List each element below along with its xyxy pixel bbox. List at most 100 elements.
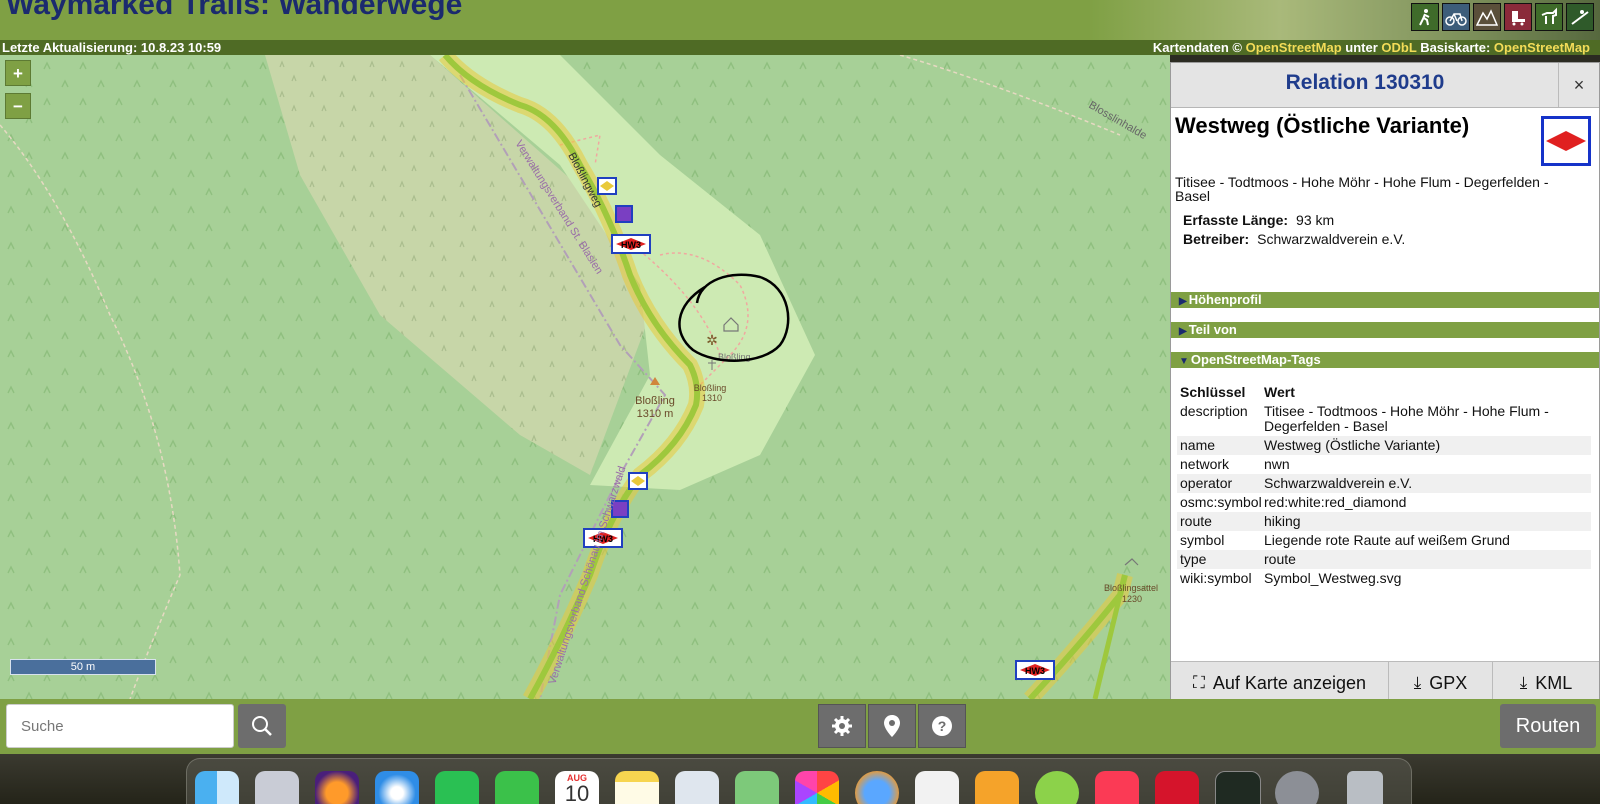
download-icon: ⤓ [1519, 673, 1528, 692]
help-button[interactable]: ? [918, 704, 966, 748]
relation-panel: Relation 130310 × Westweg (Östliche Vari… [1170, 62, 1600, 706]
column-header-key: Schlüssel [1180, 384, 1246, 400]
avira-icon[interactable] [1155, 771, 1199, 804]
route-marker[interactable] [628, 472, 648, 490]
calendar-icon[interactable]: AUG 10 [555, 771, 599, 804]
base-map-link[interactable]: OpenStreetMap [1494, 40, 1590, 55]
info-bar: Letzte Aktualisierung: 10.8.23 10:59 Kar… [0, 40, 1600, 55]
table-header: Schlüssel Wert [1177, 383, 1591, 402]
operator-row: Betreiber: Schwarzwaldverein e.V. [1183, 231, 1405, 247]
chameleon-icon[interactable] [1035, 771, 1079, 804]
maps-icon[interactable] [735, 771, 779, 804]
app-window: Waymarked Trails: Wanderwege Letzte Aktu… [0, 0, 1600, 804]
map-canvas[interactable]: HW3 HW3 HW3 Bloßlingweg Verwaltungsverba… [0, 55, 1170, 699]
whatsapp-icon[interactable] [435, 771, 479, 804]
firefox-icon[interactable] [315, 771, 359, 804]
length-value: 93 km [1296, 212, 1335, 228]
scale-bar: 50 m [10, 659, 156, 675]
route-marker[interactable]: HW3 [1015, 660, 1055, 680]
finder-icon[interactable] [195, 771, 239, 804]
route-marker[interactable]: HW3 [611, 234, 651, 254]
show-on-map-button[interactable]: ⛶ Auf Karte anzeigen [1171, 662, 1389, 704]
pages-icon[interactable] [975, 771, 1019, 804]
tag-value: Symbol_Westweg.svg [1264, 570, 1402, 586]
tag-value: Titisee - Todtmoos - Hohe Möhr - Hohe Fl… [1264, 403, 1549, 434]
expand-icon: ⛶ [1192, 673, 1205, 692]
search-button[interactable] [238, 704, 286, 748]
activity-monitor-icon[interactable] [1215, 771, 1261, 804]
mtb-icon[interactable] [1473, 3, 1501, 31]
column-header-value: Wert [1264, 384, 1295, 400]
search-input[interactable] [6, 704, 234, 748]
cycling-icon[interactable] [1442, 3, 1470, 31]
tag-key: name [1180, 437, 1216, 453]
facetime-icon[interactable] [495, 771, 539, 804]
section-osm-tags[interactable]: ▼ OpenStreetMap-Tags [1171, 352, 1599, 368]
svg-text:?: ? [938, 718, 947, 734]
odbl-link[interactable]: ODbL [1381, 40, 1416, 55]
osm-link[interactable]: OpenStreetMap [1246, 40, 1342, 55]
osm-tags-table: Schlüssel Wert description Titisee - Todt… [1177, 383, 1591, 588]
bottom-toolbar: ? Routen [0, 699, 1600, 754]
caret-right-icon: ▶ [1179, 296, 1187, 307]
last-update-text: Letzte Aktualisierung: 10.8.23 10:59 [2, 40, 222, 55]
panel-footer: ⛶ Auf Karte anzeigen ⤓ GPX ⤓ KML [1171, 661, 1599, 704]
gpx-download-button[interactable]: ⤓ GPX [1389, 662, 1493, 704]
notes-icon[interactable] [615, 771, 659, 804]
caret-right-icon: ▶ [1179, 326, 1187, 337]
route-marker[interactable] [597, 177, 617, 195]
tag-value: Liegende rote Raute auf weißem Grund [1264, 532, 1510, 548]
skating-icon[interactable] [1504, 3, 1532, 31]
operator-value: Schwarzwaldverein e.V. [1257, 231, 1406, 247]
gear-icon [832, 716, 852, 736]
caret-down-icon: ▼ [1179, 356, 1189, 367]
search-icon [252, 716, 272, 736]
table-row: wiki:symbol Symbol_Westweg.svg [1177, 569, 1591, 588]
operator-label: Betreiber: [1183, 231, 1250, 247]
table-row: osmc:symbol red:white:red_diamond [1177, 493, 1591, 512]
site-title[interactable]: Waymarked Trails: Wanderwege [6, 0, 462, 22]
tag-key: symbol [1180, 532, 1225, 548]
peak2-label: Bloßling [694, 383, 727, 393]
svg-text:HW3: HW3 [1025, 666, 1045, 676]
photos-icon[interactable] [795, 771, 839, 804]
tag-value: hiking [1264, 513, 1301, 529]
location-button[interactable] [868, 704, 916, 748]
map-pin-icon [884, 715, 900, 737]
dock-tray: AUG 10 [186, 758, 1412, 804]
launchpad-icon[interactable] [255, 771, 299, 804]
tag-key: type [1180, 551, 1207, 567]
preview-icon[interactable] [675, 771, 719, 804]
section-part-of[interactable]: ▶ Teil von [1171, 322, 1599, 338]
help-icon: ? [932, 716, 952, 736]
attribution-under: unter [1345, 40, 1378, 55]
network-icon[interactable] [855, 771, 899, 804]
zoom-out-button[interactable]: − [5, 93, 31, 119]
settings-button[interactable] [818, 704, 866, 748]
tag-key: wiki:symbol [1180, 570, 1252, 586]
slopes-icon[interactable] [1566, 3, 1594, 31]
east-peak-elevation: 1230 [1122, 594, 1142, 604]
hiking-icon[interactable] [1411, 3, 1439, 31]
riding-icon[interactable] [1535, 3, 1563, 31]
routes-button[interactable]: Routen [1500, 704, 1596, 748]
download-icon: ⤓ [1413, 673, 1422, 692]
close-icon[interactable]: × [1558, 63, 1599, 107]
kml-download-button[interactable]: ⤓ KML [1493, 662, 1599, 704]
tag-key: network [1180, 456, 1230, 472]
trash-icon[interactable] [1347, 771, 1383, 804]
tag-key: osmc:symbol [1180, 494, 1262, 510]
tag-key: description [1180, 403, 1248, 419]
length-label: Erfasste Länge: [1183, 212, 1289, 228]
system-settings-icon[interactable] [1275, 771, 1319, 804]
viewpoint-icon: ✲ [706, 332, 718, 348]
music-icon[interactable] [1095, 771, 1139, 804]
textedit-icon[interactable] [915, 771, 959, 804]
section-label: Teil von [1188, 322, 1237, 337]
safari-icon[interactable] [375, 771, 419, 804]
tag-value: Schwarzwaldverein e.V. [1264, 475, 1413, 491]
table-row: type route [1177, 550, 1591, 569]
zoom-in-button[interactable]: + [5, 60, 31, 86]
route-marker[interactable] [615, 205, 633, 223]
section-elevation-profile[interactable]: ▶ Höhenprofil [1171, 292, 1599, 308]
